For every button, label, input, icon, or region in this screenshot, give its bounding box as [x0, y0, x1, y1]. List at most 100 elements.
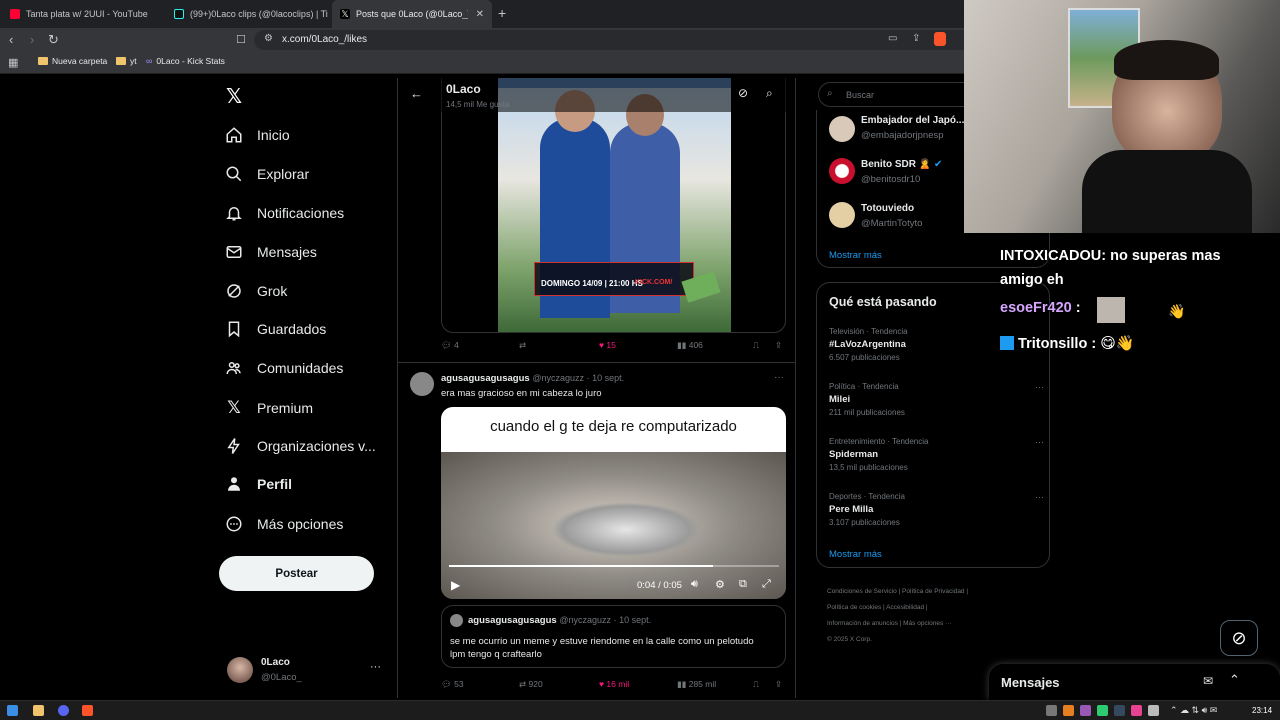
tray-icon[interactable] [1114, 705, 1125, 716]
more-icon[interactable]: ··· [370, 661, 381, 673]
tray-icon[interactable] [1148, 705, 1159, 716]
more-icon[interactable]: ··· [1035, 437, 1044, 447]
views-button[interactable]: ▮▮ 285 mil [677, 679, 716, 690]
play-icon[interactable]: ▶ [451, 578, 460, 592]
messages-drawer[interactable]: Mensajes ✉ ⌃ [989, 664, 1280, 700]
x-logo-icon[interactable]: 𝕏 [226, 84, 242, 109]
nav-item-mensajes[interactable]: Mensajes [225, 243, 317, 261]
avatar[interactable] [829, 116, 855, 142]
retweet-icon[interactable]: ⇄ [519, 340, 526, 351]
views-button[interactable]: ▮▮ 406 [677, 340, 703, 351]
explorer-icon[interactable] [33, 705, 44, 716]
follow-name[interactable]: Totouviedo [861, 203, 914, 214]
site-info-icon[interactable]: ⚙ [264, 33, 273, 44]
brave-icon[interactable] [82, 705, 93, 716]
reload-icon[interactable]: ↻ [48, 32, 59, 48]
trend-item[interactable]: Deportes · Tendencia Pere Milla 3.107 pu… [829, 492, 1044, 527]
video-progress-track[interactable] [449, 565, 779, 567]
more-icon[interactable]: ··· [1035, 382, 1044, 392]
bookmark-link[interactable]: ∞ 0Laco - Kick Stats [146, 56, 225, 66]
bookmark-folder[interactable]: yt [116, 56, 137, 66]
nav-item-mas-opciones[interactable]: Más opciones [225, 515, 343, 533]
back-arrow-icon[interactable]: ← [410, 86, 423, 101]
tray-icon[interactable] [1080, 705, 1091, 716]
nav-item-comunidades[interactable]: Comunidades [225, 359, 343, 377]
like-button[interactable]: ♥ 15 [599, 340, 616, 350]
tray-icon[interactable] [1046, 705, 1057, 716]
post-button[interactable]: Postear [219, 556, 374, 591]
tray-icon[interactable] [1063, 705, 1074, 716]
new-message-icon[interactable]: ✉ [1203, 674, 1213, 688]
brave-shield-icon[interactable] [934, 32, 946, 46]
footer-link[interactable]: Política de Privacidad [902, 588, 965, 595]
more-icon[interactable]: ··· [1035, 492, 1044, 502]
footer-link[interactable]: Más opciones ··· [903, 620, 951, 627]
tab-youtube[interactable]: Tanta plata w/ 2UUI - YouTube [2, 0, 162, 28]
nav-item-organizaciones[interactable]: Organizaciones v... [225, 437, 376, 455]
account-switcher[interactable]: 0Laco @0Laco_ ··· [227, 655, 387, 687]
trend-item[interactable]: Política · Tendencia Milei 211 mil publi… [829, 382, 1044, 417]
video-player[interactable]: cuando el g te deja re computarizado ▶ 0… [441, 407, 786, 599]
trend-item[interactable]: Entretenimiento · Tendencia Spiderman 13… [829, 437, 1044, 472]
nav-item-perfil[interactable]: Perfil [225, 475, 292, 493]
nav-item-explorar[interactable]: Explorar [225, 165, 309, 183]
search-input[interactable]: Buscar [846, 90, 874, 100]
tray-icon[interactable] [1131, 705, 1142, 716]
back-icon[interactable]: ‹ [9, 32, 13, 48]
apps-grid-icon[interactable]: ▦ [8, 55, 18, 71]
nav-item-inicio[interactable]: Inicio [225, 126, 290, 144]
bookmark-icon[interactable]: ⎍ [753, 340, 759, 351]
footer-link[interactable]: Accesibilidad [886, 604, 924, 611]
nav-item-premium[interactable]: 𝕏 Premium [225, 398, 313, 418]
footer-link[interactable]: Condiciones de Servicio [827, 588, 897, 595]
poster-image[interactable]: DOMINGO 14/09 | 21:00 HS KICK.COM/ [498, 78, 731, 332]
grok-float-button[interactable]: ⊘ [1220, 620, 1258, 656]
avatar[interactable] [829, 202, 855, 228]
follow-name-row[interactable]: Benito SDR 🙎 ✔ [861, 159, 942, 170]
footer-link[interactable]: Información de anuncios [827, 620, 898, 627]
discord-icon[interactable] [58, 705, 69, 716]
avatar[interactable] [410, 372, 434, 396]
tray-icons[interactable]: ⌃ ☁ ⇅ 🔊︎ ✉ [1170, 705, 1217, 716]
nav-item-notificaciones[interactable]: Notificaciones [225, 204, 344, 222]
quote-tweet[interactable]: agusagusagusagus @nyczaguzz · 10 sept. s… [441, 605, 786, 668]
reply-button[interactable]: 💬︎ 4 [441, 340, 459, 351]
show-more-link[interactable]: Mostrar más [829, 549, 882, 560]
footer-link[interactable]: Política de cookies [827, 604, 881, 611]
timeline[interactable]: DOMINGO 14/09 | 21:00 HS KICK.COM/ 💬︎ 4 … [397, 78, 796, 698]
grok-icon[interactable]: ⊘ [738, 86, 748, 100]
reply-button[interactable]: 💬︎ 53 [441, 679, 464, 690]
start-icon[interactable] [7, 705, 18, 716]
author-handle[interactable]: @nyczaguzz [532, 373, 584, 383]
like-button[interactable]: ♥ 16 mil [599, 679, 629, 689]
fullscreen-icon[interactable]: ⤢ [762, 578, 771, 591]
volume-icon[interactable]: 🔊︎ [691, 578, 698, 591]
share-icon[interactable]: ⇪ [912, 33, 920, 44]
bookmark-icon[interactable]: ⎍ [753, 679, 759, 690]
forward-icon[interactable]: › [30, 32, 34, 48]
media-card[interactable]: DOMINGO 14/09 | 21:00 HS KICK.COM/ [441, 78, 786, 333]
install-icon[interactable]: ▭ [888, 33, 897, 44]
chevron-up-icon[interactable]: ⌃ [1229, 672, 1240, 688]
follow-name[interactable]: Embajador del Japó... [861, 115, 964, 126]
tray-icon[interactable] [1097, 705, 1108, 716]
share-icon[interactable]: ⇪ [775, 679, 782, 690]
retweet-button[interactable]: ⇄ 920 [519, 679, 543, 690]
new-tab-icon[interactable]: + [498, 5, 506, 21]
nav-item-grok[interactable]: Grok [225, 282, 287, 300]
tab-tiktok[interactable]: (99+)0Laco clips (@0lacoclips) | TikTok [166, 0, 328, 28]
bookmark-page-icon[interactable]: ☐ [236, 32, 246, 48]
avatar[interactable] [829, 158, 855, 184]
settings-icon[interactable]: ⚙ [715, 578, 725, 591]
search-icon[interactable]: ⌕ [766, 86, 773, 101]
bookmark-folder[interactable]: Nueva carpeta [38, 56, 107, 66]
share-icon[interactable]: ⇪ [775, 340, 782, 351]
nav-item-guardados[interactable]: Guardados [225, 320, 326, 338]
tab-x-likes[interactable]: 𝕏 Posts que 0Laco (@0Laco_) ha indicado … [332, 0, 492, 28]
tweet-date[interactable]: · 10 sept. [587, 373, 625, 383]
show-more-link[interactable]: Mostrar más [829, 250, 882, 261]
popout-icon[interactable]: ⧉ [739, 578, 747, 591]
close-tab-icon[interactable]: ✕ [476, 9, 484, 20]
address-bar[interactable]: ⚙ x.com/0Laco_/likes ▭ ⇪ [254, 30, 964, 50]
more-icon[interactable]: ··· [774, 372, 784, 383]
